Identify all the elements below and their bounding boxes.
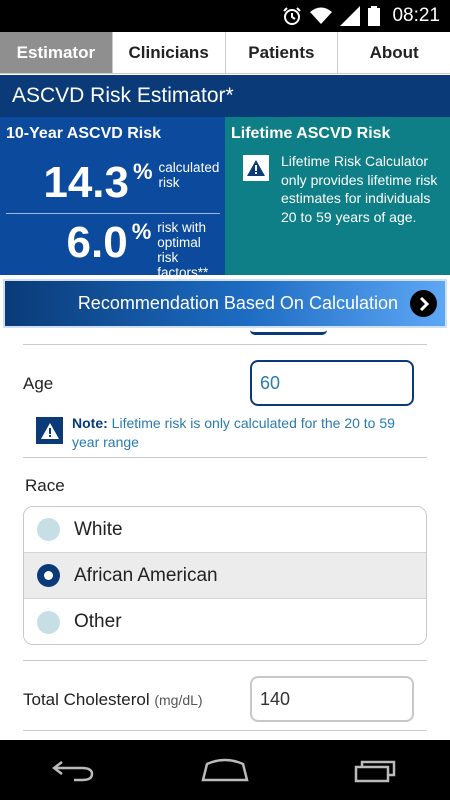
page-title: ASCVD Risk Estimator*: [12, 84, 234, 107]
race-option-label: African American: [74, 564, 218, 586]
cholesterol-input[interactable]: 140: [250, 676, 414, 722]
divider: [23, 730, 427, 731]
tab-clinicians[interactable]: Clinicians: [112, 32, 226, 73]
recommendation-button[interactable]: Recommendation Based On Calculation: [3, 279, 447, 328]
note-text: Lifetime risk is only calculated for the…: [72, 415, 395, 450]
age-input[interactable]: 60: [250, 360, 414, 406]
warning-icon: [243, 155, 269, 181]
cholesterol-unit: (mg/dL): [154, 692, 203, 708]
signal-icon: [340, 6, 361, 26]
system-nav-bar: [0, 740, 450, 800]
scrolled-input-edge: [250, 330, 327, 335]
tab-bar: Estimator Clinicians Patients About: [0, 32, 450, 74]
optimal-risk-row: 6.0 % risk with optimal risk factors**: [0, 217, 225, 280]
tab-patients[interactable]: Patients: [225, 32, 339, 73]
warning-icon: [36, 417, 63, 444]
risk-input-form: Age 60 Note: Lifetime risk is only calcu…: [0, 330, 450, 740]
page-title-bar: ASCVD Risk Estimator*: [0, 75, 450, 117]
divider: [23, 660, 427, 661]
optimal-risk-value: 6.0: [66, 218, 128, 267]
chevron-right-icon: [410, 290, 437, 317]
divider: [23, 344, 427, 345]
race-radio-group: White African American Other: [23, 506, 427, 645]
lifetime-risk-header: Lifetime ASCVD Risk: [231, 125, 391, 142]
calculated-risk-label: calculated risk: [158, 160, 220, 190]
cholesterol-label-text: Total Cholesterol: [23, 690, 150, 709]
ten-year-risk-header: 10-Year ASCVD Risk: [6, 125, 162, 142]
age-note: Note: Lifetime risk is only calculated f…: [72, 414, 422, 452]
calculated-risk-row: 14.3 % calculated risk: [0, 157, 225, 209]
radio-button-selected[interactable]: [37, 564, 60, 587]
race-option-label: Other: [74, 611, 122, 632]
recent-apps-icon[interactable]: [354, 757, 398, 783]
radio-button[interactable]: [37, 610, 60, 634]
back-icon[interactable]: [52, 758, 96, 782]
divider: [23, 457, 427, 458]
status-time: 08:21: [392, 5, 440, 26]
radio-button[interactable]: [37, 518, 60, 541]
race-option-other[interactable]: Other: [24, 599, 426, 644]
race-option-african-american[interactable]: African American: [24, 553, 426, 599]
wifi-icon: [310, 7, 333, 25]
tab-estimator[interactable]: Estimator: [0, 32, 113, 73]
calculated-risk-value: 14.3: [43, 158, 129, 207]
race-option-label: White: [74, 518, 123, 540]
status-bar: 08:21: [0, 0, 450, 32]
recommendation-label: Recommendation Based On Calculation: [77, 293, 398, 313]
optimal-risk-label: risk with optimal risk factors**: [157, 220, 209, 280]
optimal-risk-unit: %: [131, 219, 152, 244]
note-prefix: Note:: [72, 415, 108, 431]
status-icons: 08:21: [282, 0, 440, 32]
age-label: Age: [23, 374, 54, 393]
race-label: Race: [25, 476, 65, 495]
home-icon[interactable]: [201, 758, 249, 782]
risk-panel: 10-Year ASCVD Risk 14.3 % calculated ris…: [0, 117, 450, 280]
risk-divider: [6, 213, 220, 214]
calculated-risk-unit: %: [132, 159, 153, 184]
alarm-icon: [282, 6, 302, 26]
ten-year-risk-panel: 10-Year ASCVD Risk 14.3 % calculated ris…: [0, 117, 225, 280]
lifetime-risk-message: Lifetime Risk Calculator only provides l…: [281, 153, 438, 225]
battery-icon: [368, 6, 381, 26]
cholesterol-label: Total Cholesterol (mg/dL): [23, 690, 203, 710]
race-option-white[interactable]: White: [24, 507, 426, 553]
tab-about[interactable]: About: [338, 32, 450, 73]
lifetime-risk-panel: Lifetime ASCVD Risk Lifetime Risk Calcul…: [225, 117, 450, 275]
